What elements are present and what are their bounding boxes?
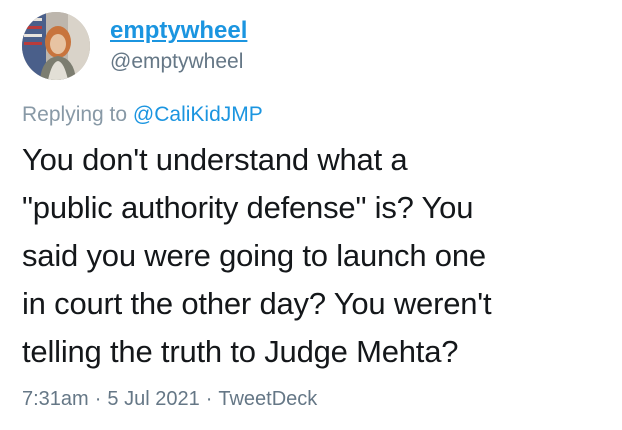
tweet-text-line: in court the other day? You weren't xyxy=(22,286,492,321)
tweet-date[interactable]: 5 Jul 2021 xyxy=(107,388,199,410)
tweet-time[interactable]: 7:31am xyxy=(22,388,89,410)
tweet-text: You don't understand what a "public auth… xyxy=(22,136,612,376)
meta-separator: · xyxy=(94,388,102,410)
avatar[interactable] xyxy=(22,12,90,80)
tweet-header: emptywheel @emptywheel xyxy=(22,12,247,80)
display-name[interactable]: emptywheel xyxy=(110,16,247,46)
replying-to-label: Replying to xyxy=(22,103,133,126)
user-handle: @emptywheel xyxy=(110,50,244,73)
tweet-text-line: You don't understand what a xyxy=(22,142,408,177)
meta-separator: · xyxy=(205,388,213,410)
user-names: emptywheel @emptywheel xyxy=(110,16,247,76)
tweet-meta: 7:31am · 5 Jul 2021 · TweetDeck xyxy=(22,383,317,415)
replying-to: Replying to @CaliKidJMP xyxy=(22,100,263,130)
reply-mention-link[interactable]: @CaliKidJMP xyxy=(133,103,263,126)
profile-photo-icon xyxy=(22,12,90,80)
tweet-text-line: telling the truth to Judge Mehta? xyxy=(22,334,459,369)
tweet-card: emptywheel @emptywheel Replying to @Cali… xyxy=(0,0,622,430)
tweet-text-line: "public authority defense" is? You xyxy=(22,190,474,225)
tweet-text-line: said you were going to launch one xyxy=(22,238,486,273)
tweet-source[interactable]: TweetDeck xyxy=(218,388,317,410)
